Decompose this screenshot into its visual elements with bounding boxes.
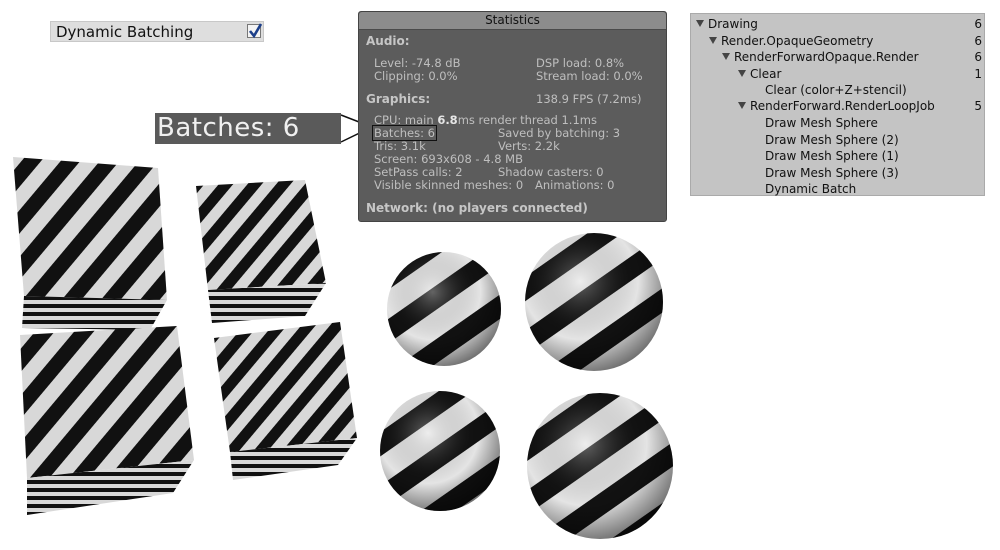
tree-row-draw-mesh-sphere-2[interactable]: Draw Mesh Sphere (2) [691,132,986,148]
tree-row-renderloopjob[interactable]: RenderForward.RenderLoopJob 5 [691,98,986,114]
audio-level: Level: -74.8 dB [374,56,461,70]
audio-clipping: Clipping: 0.0% [374,69,458,83]
saved-by-batching: Saved by batching: 3 [498,126,621,140]
dsp-load: DSP load: 0.8% [536,56,625,70]
striped-sphere [527,393,673,539]
expand-arrow-icon[interactable] [722,53,730,60]
graphics-heading: Graphics: [366,92,431,106]
striped-cube [20,326,194,515]
striped-sphere [387,252,501,366]
striped-sphere [525,233,663,371]
striped-cube [13,157,167,330]
tree-row-dynamic-batch[interactable]: Dynamic Batch [691,181,986,197]
batches-callout: Batches: 6 [155,113,341,144]
batches-readout: Batches: 6 [372,125,437,141]
audio-heading: Audio: [366,34,410,48]
stream-load: Stream load: 0.0% [536,69,643,83]
expand-arrow-icon[interactable] [738,102,746,109]
striped-sphere [380,391,500,511]
tree-row-draw-mesh-sphere-3[interactable]: Draw Mesh Sphere (3) [691,165,986,181]
expand-arrow-icon[interactable] [738,70,746,77]
tree-row-drawing[interactable]: Drawing 6 [691,16,986,32]
tree-row-renderforwardopaque[interactable]: RenderForwardOpaque.Render 6 [691,49,986,65]
statistics-title: Statistics [359,12,666,30]
frame-debugger-tree: Drawing 6 Render.OpaqueGeometry 6 RenderFo… [690,13,985,196]
striped-cube [214,322,357,480]
tree-row-draw-mesh-sphere[interactable]: Draw Mesh Sphere [691,115,986,131]
tree-row-clear-color[interactable]: Clear (color+Z+stencil) [691,82,986,98]
striped-cube [196,180,326,323]
fps-readout: 138.9 FPS (7.2ms) [536,92,642,106]
tree-row-clear[interactable]: Clear 1 [691,66,986,82]
tree-row-draw-mesh-sphere-1[interactable]: Draw Mesh Sphere (1) [691,148,986,164]
scene-view [13,157,673,539]
tree-row-render-opaque-geometry[interactable]: Render.OpaqueGeometry 6 [691,33,986,49]
expand-arrow-icon[interactable] [696,20,704,27]
expand-arrow-icon[interactable] [709,37,717,44]
